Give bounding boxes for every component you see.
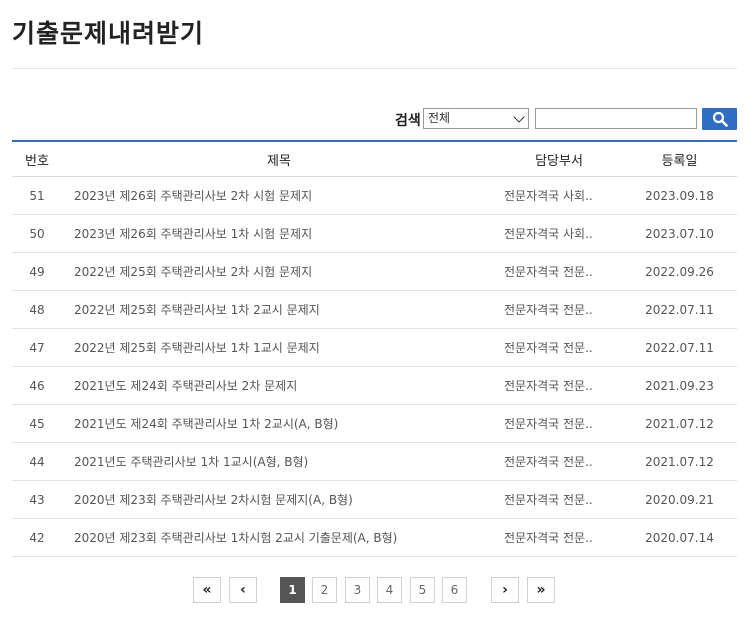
row-title-link[interactable]: 2023년 제26회 주택관리사보 1차 시험 문제지 bbox=[62, 214, 496, 253]
row-number: 44 bbox=[12, 442, 62, 481]
row-number: 50 bbox=[12, 214, 62, 253]
search-input[interactable] bbox=[535, 108, 697, 129]
table-row[interactable]: 48 2022년 제25회 주택관리사보 1차 2교시 문제지 전문자격국 전문..… bbox=[12, 290, 737, 329]
next-page-button[interactable]: › bbox=[491, 577, 519, 603]
table-row[interactable]: 43 2020년 제23회 주택관리사보 2차시험 문제지(A, B형) 전문자격국… bbox=[12, 480, 737, 519]
row-dept: 전문자격국 전문.. bbox=[496, 328, 622, 367]
row-title-link[interactable]: 2022년 제25회 주택관리사보 2차 시험 문제지 bbox=[62, 252, 496, 291]
search-scope-value: 전체 bbox=[428, 111, 451, 125]
title-divider bbox=[12, 68, 737, 69]
row-date: 2023.09.18 bbox=[622, 176, 737, 215]
header-title: 제목 bbox=[62, 140, 496, 177]
page-button-2[interactable]: 2 bbox=[312, 577, 337, 603]
table-row[interactable]: 42 2020년 제23회 주택관리사보 1차시험 2교시 기출문제(A, B형)… bbox=[12, 518, 737, 557]
search-button[interactable] bbox=[702, 108, 737, 130]
page-title: 기출문제내려받기 bbox=[12, 19, 205, 48]
row-dept: 전문자격국 전문.. bbox=[496, 442, 622, 481]
search-bar: 검색 전체 bbox=[0, 108, 737, 132]
header-date: 등록일 bbox=[622, 140, 737, 177]
table-row[interactable]: 50 2023년 제26회 주택관리사보 1차 시험 문제지 전문자격국 사회.. 2… bbox=[12, 214, 737, 253]
row-date: 2020.09.21 bbox=[622, 480, 737, 519]
table-row[interactable]: 47 2022년 제25회 주택관리사보 1차 1교시 문제지 전문자격국 전문..… bbox=[12, 328, 737, 367]
page-button-6[interactable]: 6 bbox=[442, 577, 467, 603]
row-title-link[interactable]: 2021년도 제24회 주택관리사보 1차 2교시(A, B형) bbox=[62, 404, 496, 443]
page-button-1[interactable]: 1 bbox=[280, 577, 305, 603]
exam-list-table: 번호 제목 담당부서 등록일 51 2023년 제26회 주택관리사보 2차 시험… bbox=[12, 140, 737, 557]
row-title-link[interactable]: 2023년 제26회 주택관리사보 2차 시험 문제지 bbox=[62, 176, 496, 215]
row-number: 46 bbox=[12, 366, 62, 405]
row-date: 2022.09.26 bbox=[622, 252, 737, 291]
row-date: 2022.07.11 bbox=[622, 328, 737, 367]
row-title-link[interactable]: 2022년 제25회 주택관리사보 1차 1교시 문제지 bbox=[62, 328, 496, 367]
row-title-link[interactable]: 2021년도 제24회 주택관리사보 2차 문제지 bbox=[62, 366, 496, 405]
table-row[interactable]: 51 2023년 제26회 주택관리사보 2차 시험 문제지 전문자격국 사회.. 2… bbox=[12, 176, 737, 215]
row-date: 2021.09.23 bbox=[622, 366, 737, 405]
row-number: 47 bbox=[12, 328, 62, 367]
page-button-5[interactable]: 5 bbox=[410, 577, 435, 603]
row-date: 2021.07.12 bbox=[622, 442, 737, 481]
row-dept: 전문자격국 사회.. bbox=[496, 214, 622, 253]
row-number: 48 bbox=[12, 290, 62, 329]
row-date: 2021.07.12 bbox=[622, 404, 737, 443]
page-button-3[interactable]: 3 bbox=[345, 577, 370, 603]
header-dept: 담당부서 bbox=[496, 140, 622, 177]
row-date: 2020.07.14 bbox=[622, 518, 737, 557]
row-dept: 전문자격국 전문.. bbox=[496, 366, 622, 405]
row-number: 51 bbox=[12, 176, 62, 215]
row-title-link[interactable]: 2020년 제23회 주택관리사보 1차시험 2교시 기출문제(A, B형) bbox=[62, 518, 496, 557]
row-number: 43 bbox=[12, 480, 62, 519]
search-scope-select[interactable]: 전체 bbox=[423, 108, 529, 129]
last-page-button[interactable]: » bbox=[527, 577, 555, 603]
row-dept: 전문자격국 전문.. bbox=[496, 404, 622, 443]
row-dept: 전문자격국 전문.. bbox=[496, 290, 622, 329]
row-dept: 전문자격국 전문.. bbox=[496, 480, 622, 519]
pagination: « ‹ 1 2 3 4 5 6 › » bbox=[0, 577, 749, 603]
row-number: 45 bbox=[12, 404, 62, 443]
row-date: 2022.07.11 bbox=[622, 290, 737, 329]
row-dept: 전문자격국 전문.. bbox=[496, 252, 622, 291]
page-button-4[interactable]: 4 bbox=[377, 577, 402, 603]
first-page-button[interactable]: « bbox=[193, 577, 221, 603]
header-num: 번호 bbox=[12, 140, 62, 177]
row-number: 49 bbox=[12, 252, 62, 291]
table-row[interactable]: 46 2021년도 제24회 주택관리사보 2차 문제지 전문자격국 전문.. 202… bbox=[12, 366, 737, 405]
row-number: 42 bbox=[12, 518, 62, 557]
table-row[interactable]: 49 2022년 제25회 주택관리사보 2차 시험 문제지 전문자격국 전문.. 2… bbox=[12, 252, 737, 291]
row-dept: 전문자격국 전문.. bbox=[496, 518, 622, 557]
prev-page-button[interactable]: ‹ bbox=[229, 577, 257, 603]
row-title-link[interactable]: 2020년 제23회 주택관리사보 2차시험 문제지(A, B형) bbox=[62, 480, 496, 519]
row-dept: 전문자격국 사회.. bbox=[496, 176, 622, 215]
search-label: 검색 bbox=[395, 113, 421, 129]
search-icon bbox=[712, 111, 728, 127]
table-row[interactable]: 44 2021년도 주택관리사보 1차 1교시(A형, B형) 전문자격국 전문..… bbox=[12, 442, 737, 481]
chevron-down-icon bbox=[513, 111, 525, 123]
row-date: 2023.07.10 bbox=[622, 214, 737, 253]
table-row[interactable]: 45 2021년도 제24회 주택관리사보 1차 2교시(A, B형) 전문자격국 … bbox=[12, 404, 737, 443]
table-header-row: 번호 제목 담당부서 등록일 bbox=[12, 140, 737, 177]
row-title-link[interactable]: 2021년도 주택관리사보 1차 1교시(A형, B형) bbox=[62, 442, 496, 481]
row-title-link[interactable]: 2022년 제25회 주택관리사보 1차 2교시 문제지 bbox=[62, 290, 496, 329]
